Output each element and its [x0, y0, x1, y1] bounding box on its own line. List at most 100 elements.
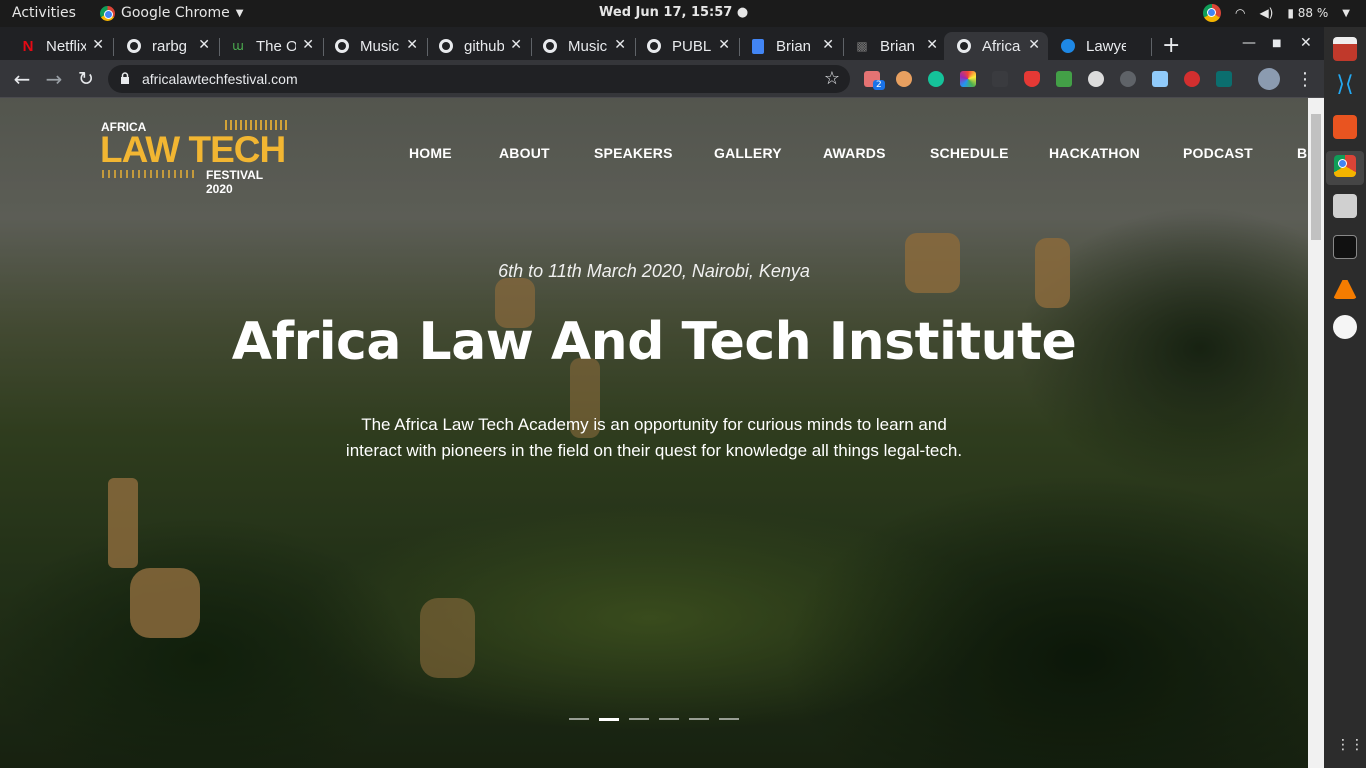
close-icon[interactable]: ✕ — [1028, 37, 1040, 53]
show-apps-icon[interactable]: ⋮⋮⋮ — [1336, 737, 1366, 753]
close-icon[interactable]: ✕ — [198, 37, 210, 53]
profile-avatar[interactable] — [1258, 68, 1280, 90]
tab-title: PUBLI — [672, 37, 712, 55]
reload-button[interactable]: ↻ — [74, 67, 98, 91]
slide-dot-6[interactable] — [719, 718, 739, 720]
page-scrollbar[interactable] — [1308, 98, 1324, 768]
system-top-bar: Activities Google Chrome ▼ Wed Jun 17, 1… — [0, 0, 1366, 27]
wordpress-icon[interactable] — [1120, 71, 1136, 87]
leaf-icon: ɯ — [232, 39, 244, 53]
minimize-button[interactable]: — — [1242, 35, 1256, 51]
tab-africa-active[interactable]: Africa ✕ — [944, 32, 1048, 60]
files-icon[interactable] — [1333, 37, 1357, 61]
browser-toolbar: ← → ↻ africalawtechfestival.com ☆ 2 ⋮ — [0, 60, 1324, 98]
tab-title: rarbg — [152, 37, 188, 55]
color-picker-icon[interactable] — [960, 71, 976, 87]
globe-icon — [542, 38, 558, 54]
nav-gallery[interactable]: GALLERY — [714, 145, 782, 161]
chrome-icon — [100, 5, 115, 21]
nav-awards[interactable]: AWARDS — [823, 145, 886, 161]
close-icon[interactable]: ✕ — [92, 37, 104, 53]
system-tray[interactable]: ◠ ◀) ▮ 88 % ▼ — [1202, 4, 1350, 22]
close-icon[interactable]: ✕ — [302, 37, 314, 53]
new-tab-button[interactable]: + — [1162, 33, 1180, 58]
nav-blog[interactable]: BL — [1297, 145, 1308, 161]
lock-icon — [121, 72, 129, 84]
slider-pagination — [569, 718, 739, 721]
slide-dot-1[interactable] — [569, 718, 589, 720]
screenshot-icon[interactable] — [1333, 194, 1357, 218]
tab-title: Music — [360, 37, 400, 55]
text-editor-icon[interactable] — [1333, 315, 1357, 339]
url-text[interactable]: africalawtechfestival.com — [142, 71, 298, 87]
globe-icon — [438, 38, 454, 54]
tab-title: Lawye — [1086, 37, 1126, 55]
close-icon[interactable]: ✕ — [614, 37, 626, 53]
app-menu[interactable]: Google Chrome ▼ — [100, 5, 243, 21]
tab-music[interactable]: Music ✕ — [322, 32, 426, 60]
globe-icon — [956, 38, 972, 54]
globe-icon — [646, 38, 662, 54]
clock[interactable]: Wed Jun 17, 15:57 ● — [599, 5, 748, 20]
tab-strip: N Netflix ✕ rarbg ✕ ɯ The O ✕ Music ✕ gi… — [0, 27, 1324, 60]
terminal-icon[interactable] — [1333, 235, 1357, 259]
tab-brian[interactable]: ▩ Brian ✕ — [842, 32, 946, 60]
close-icon[interactable]: ✕ — [718, 37, 730, 53]
hero-date: 6th to 11th March 2020, Nairobi, Kenya — [498, 261, 810, 281]
volume-icon: ◀) — [1259, 6, 1274, 20]
tab-brian-docs[interactable]: Brian ✕ — [738, 32, 842, 60]
battery-status: ▮ 88 % — [1287, 6, 1329, 20]
tab-netflix[interactable]: N Netflix ✕ — [8, 32, 112, 60]
vlc-icon[interactable] — [1333, 275, 1357, 299]
close-icon[interactable]: ✕ — [510, 37, 522, 53]
slide-dot-2[interactable] — [599, 718, 619, 721]
hand-icon[interactable] — [1184, 71, 1200, 87]
tab-rarbg[interactable]: rarbg ✕ — [114, 32, 218, 60]
chrome-dock-icon[interactable] — [1334, 155, 1356, 177]
nav-speakers[interactable]: SPEAKERS — [594, 145, 673, 161]
tab-title: The O — [256, 37, 296, 55]
extension-green-icon[interactable] — [1056, 71, 1072, 87]
maximize-button[interactable]: ■ — [1272, 38, 1281, 49]
menu-icon[interactable]: ⋮ — [1296, 69, 1314, 90]
chrome-indicator-icon[interactable] — [1202, 4, 1221, 22]
site-logo[interactable]: AFRICA LAW TECH FESTIVAL 2020 — [100, 120, 290, 196]
scrollbar-thumb[interactable] — [1311, 114, 1321, 240]
slide-dot-5[interactable] — [689, 718, 709, 720]
tab-title: github — [464, 37, 504, 55]
extension-json-icon[interactable] — [992, 71, 1008, 87]
app-name: Google Chrome — [121, 5, 230, 21]
nav-home[interactable]: HOME — [409, 145, 452, 161]
tab-publi[interactable]: PUBLI ✕ — [634, 32, 738, 60]
shield-icon[interactable] — [1024, 71, 1040, 87]
tab-github[interactable]: github ✕ — [426, 32, 530, 60]
close-icon[interactable]: ✕ — [926, 37, 938, 53]
bookmark-star-icon[interactable]: ☆ — [824, 68, 840, 89]
extension-n-icon[interactable] — [1216, 71, 1232, 87]
speed-icon[interactable] — [1088, 71, 1104, 87]
nav-schedule[interactable]: SCHEDULE — [930, 145, 1009, 161]
close-icon[interactable]: ✕ — [822, 37, 834, 53]
nav-about[interactable]: ABOUT — [499, 145, 550, 161]
address-bar[interactable]: africalawtechfestival.com ☆ — [108, 65, 850, 93]
slide-dot-4[interactable] — [659, 718, 679, 720]
nav-hackathon[interactable]: HACKATHON — [1049, 145, 1140, 161]
tab-the-o[interactable]: ɯ The O ✕ — [218, 32, 322, 60]
software-center-icon[interactable] — [1333, 115, 1357, 139]
tab-lawyer[interactable]: Lawye — [1048, 32, 1152, 60]
extension-owl-icon[interactable] — [896, 71, 912, 87]
extension-window-icon[interactable] — [1152, 71, 1168, 87]
hero-title: Africa Law And Tech Institute — [231, 312, 1077, 372]
vscode-icon[interactable]: ⟩⟨ — [1333, 73, 1357, 97]
forward-button[interactable]: → — [42, 67, 66, 91]
close-icon[interactable]: ✕ — [406, 37, 418, 53]
blue-site-icon — [1060, 38, 1076, 54]
grammarly-icon[interactable] — [928, 71, 944, 87]
back-button[interactable]: ← — [10, 67, 34, 91]
nav-podcast[interactable]: PODCAST — [1183, 145, 1253, 161]
window-close-button[interactable]: ✕ — [1300, 35, 1312, 51]
tab-music-2[interactable]: Music ✕ — [530, 32, 634, 60]
activities-button[interactable]: Activities — [12, 5, 76, 21]
slide-dot-3[interactable] — [629, 718, 649, 720]
extension-badge: 2 — [873, 80, 885, 90]
